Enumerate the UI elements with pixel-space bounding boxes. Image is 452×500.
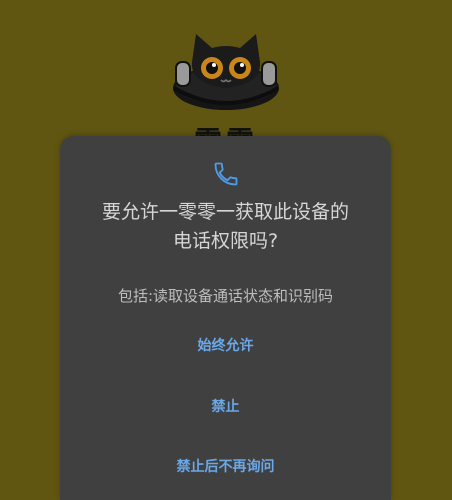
dialog-title-line-1: 要允许一零零一获取此设备的: [101, 201, 349, 223]
dialog-title: 要允许一零零一获取此设备的 电话权限吗?: [80, 198, 371, 256]
dialog-title-line-2: 电话权限吗?: [172, 230, 279, 252]
allow-always-button[interactable]: 始终允许: [60, 336, 391, 356]
permission-detail: 包括:读取设备通话状态和识别码: [117, 287, 334, 305]
permission-dialog: 要允许一零零一获取此设备的 电话权限吗? 包括:读取设备通话状态和识别码 始终允…: [60, 136, 391, 500]
deny-button[interactable]: 禁止: [60, 397, 391, 417]
app-logo: [170, 32, 282, 114]
phone-icon: [212, 160, 240, 188]
black-cat-logo-icon: [173, 34, 279, 110]
screen: 零零 要允许一零零一获取此设备的 电话权限吗? 包括:读取设备通话状态和识别码 …: [0, 0, 452, 500]
deny-dont-ask-again-button[interactable]: 禁止后不再询问: [60, 457, 391, 477]
